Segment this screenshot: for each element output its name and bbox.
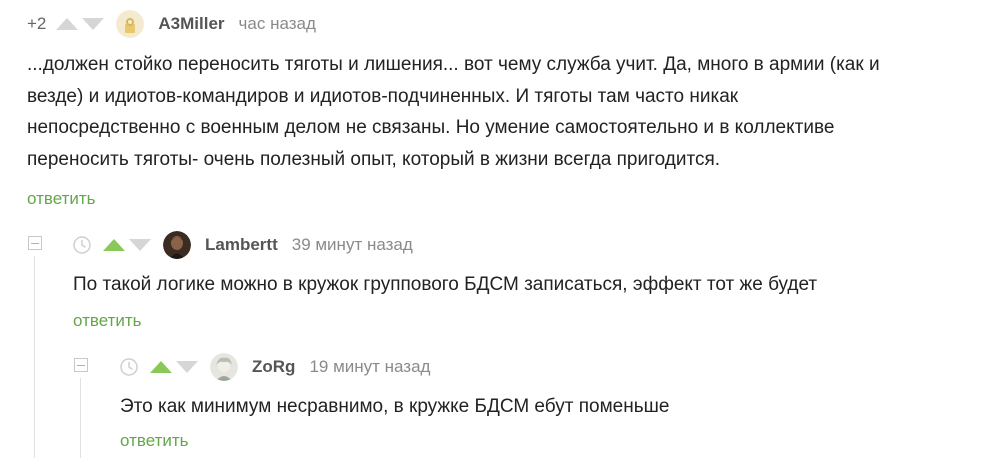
downvote-icon[interactable] (82, 18, 105, 30)
comment-text: Это как минимум несравнимо, в кружке БДС… (120, 396, 670, 417)
rating-value: +2 (27, 14, 47, 33)
thread-line[interactable] (80, 378, 81, 458)
clock-icon[interactable] (120, 358, 138, 376)
avatar[interactable] (116, 10, 145, 38)
comment-text: ...должен стойко переносить тяготы и лиш… (27, 49, 880, 175)
comment-text-line: непосредственно с военным делом не связа… (27, 117, 835, 138)
avatar[interactable] (210, 353, 238, 381)
comment-text-line: везде) и идиотов-командиров и идиотов-по… (27, 85, 739, 107)
reply-button[interactable]: ответить (120, 431, 189, 451)
comment-time: час назад (238, 14, 316, 33)
clock-icon[interactable] (73, 236, 91, 254)
author-name[interactable]: ZoRg (252, 357, 295, 377)
comment-header: Lambertt 39 минут назад (73, 231, 413, 259)
comment-text-line: переносить тяготы- очень полезный опыт, … (27, 148, 721, 170)
downvote-icon[interactable] (129, 239, 151, 251)
collapse-thread-button[interactable] (74, 358, 88, 372)
comment-header: +2 A3Miller час назад (27, 10, 316, 38)
avatar[interactable] (163, 231, 191, 259)
upvote-icon[interactable] (103, 239, 125, 251)
comment-header: ZoRg 19 минут назад (120, 353, 430, 381)
downvote-icon[interactable] (176, 361, 198, 373)
reply-button[interactable]: ответить (73, 311, 142, 331)
upvote-icon[interactable] (150, 361, 172, 373)
thread-line[interactable] (34, 256, 35, 458)
author-name[interactable]: A3Miller (158, 14, 224, 34)
comment-time: 19 минут назад (309, 357, 431, 376)
author-name[interactable]: Lambertt (205, 235, 278, 255)
comment-time: 39 минут назад (291, 235, 413, 254)
collapse-thread-button[interactable] (28, 236, 42, 250)
upvote-icon[interactable] (56, 18, 79, 30)
reply-button[interactable]: ответить (27, 189, 96, 209)
comment-text-line: ...должен стойко переносить тяготы и лиш… (27, 54, 880, 75)
comment-text: По такой логике можно в кружок групповог… (73, 274, 818, 295)
